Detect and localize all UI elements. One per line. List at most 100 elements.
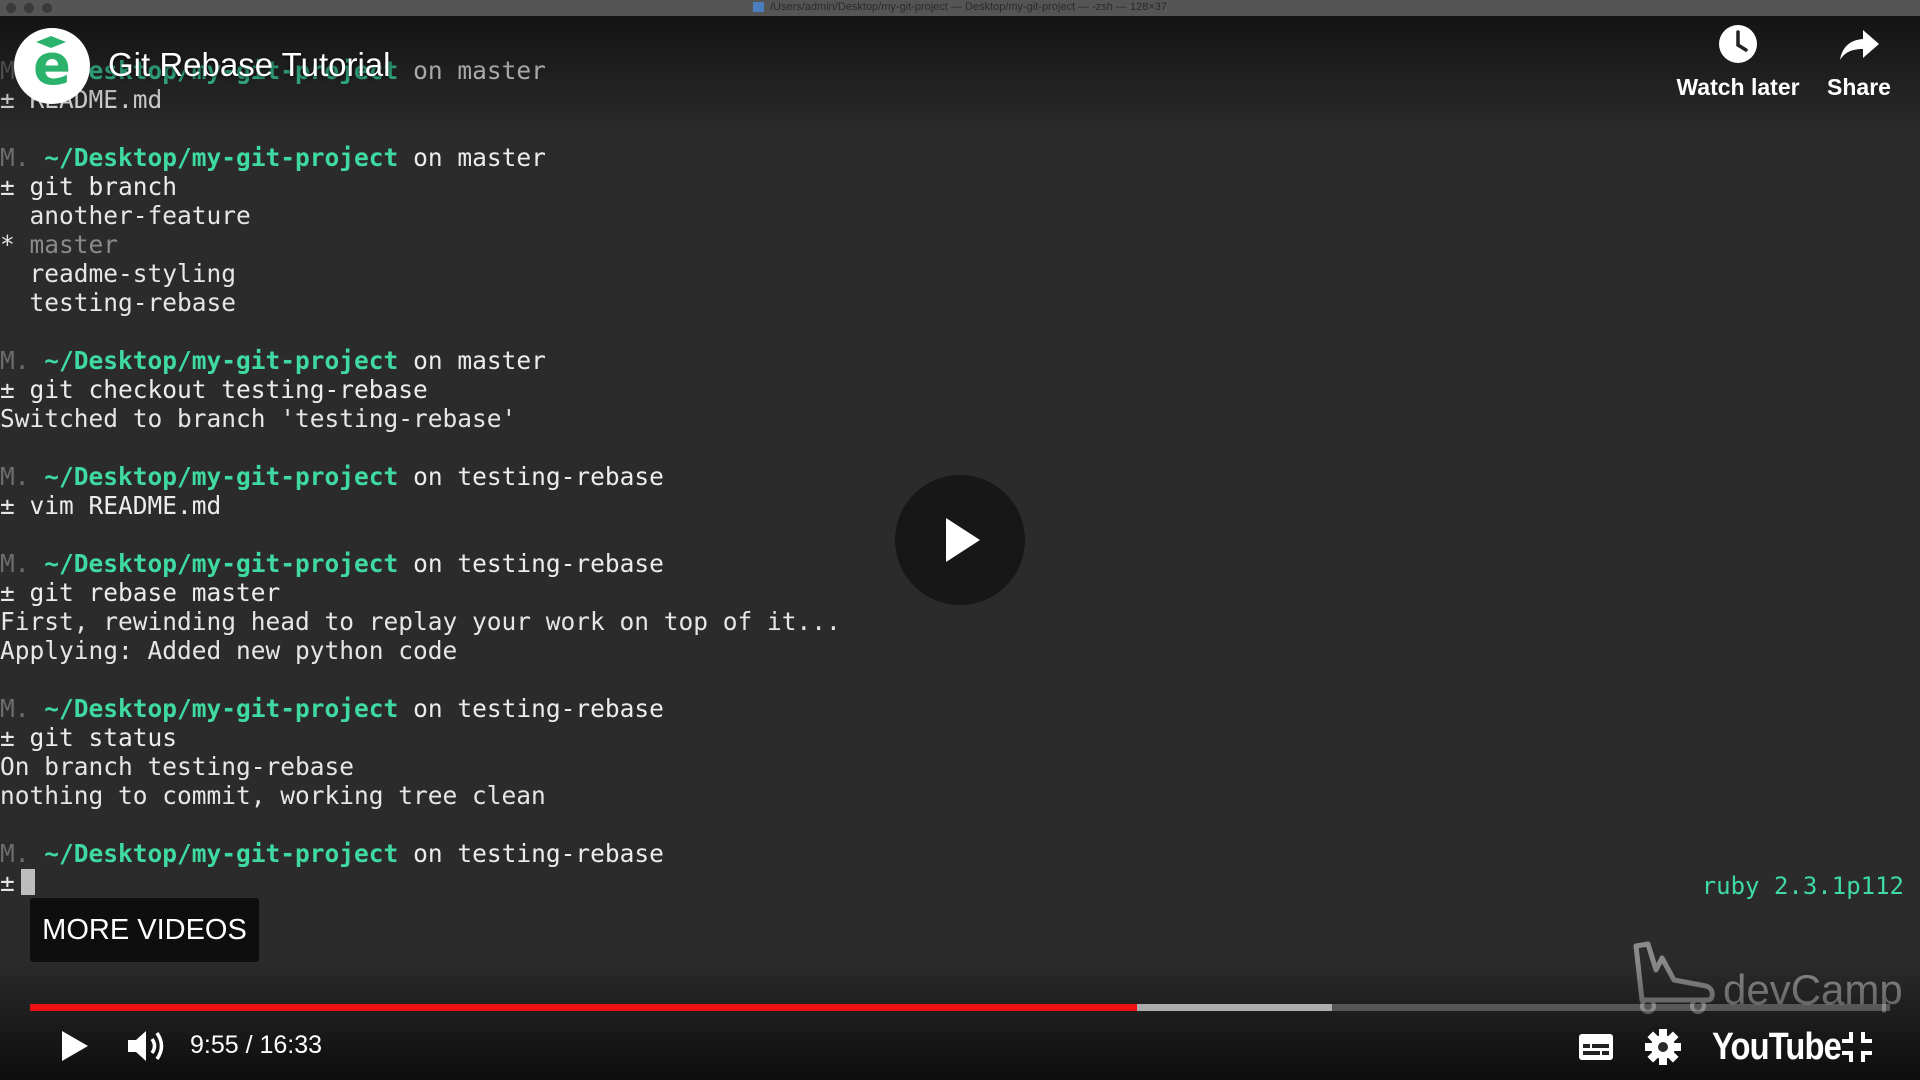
terminal-line: nothing to commit, working tree clean: [0, 781, 841, 810]
share-label: Share: [1827, 74, 1891, 100]
time-display: 9:55 / 16:33: [190, 1031, 323, 1059]
terminal-line: testing-rebase: [0, 288, 841, 317]
terminal-line: ± git rebase master: [0, 578, 841, 607]
prompt-status-mark: M.: [0, 346, 30, 375]
prompt-status-mark: M.: [0, 839, 30, 868]
command-text: git rebase master: [29, 578, 281, 607]
terminal-line: Switched to branch 'testing-rebase': [0, 404, 841, 433]
terminal-line: readme-styling: [0, 259, 841, 288]
video-title[interactable]: Git Rebase Tutorial: [108, 46, 390, 84]
prompt-path: ~/Desktop/my-git-project: [44, 143, 399, 172]
gear-icon: [1645, 1029, 1681, 1065]
prompt-status-mark: M.: [0, 462, 30, 491]
play-icon: [62, 1031, 88, 1061]
prompt-path: ~/Desktop/my-git-project: [44, 839, 399, 868]
prompt-symbol: ±: [0, 491, 30, 520]
terminal-line: ± git branch: [0, 172, 841, 201]
prompt-path: ~/Desktop/my-git-project: [44, 462, 399, 491]
output-text: Switched to branch 'testing-rebase': [0, 404, 517, 433]
watch-later-button[interactable]: Watch later: [1670, 22, 1806, 101]
current-branch-name: master: [29, 230, 119, 259]
output-text: readme-styling: [0, 259, 237, 288]
watch-later-label: Watch later: [1676, 74, 1800, 100]
prompt-symbol: ±: [0, 375, 30, 404]
terminal-line: * master: [0, 230, 841, 259]
terminal-line: M. ~/Desktop/my-git-project on testing-r…: [0, 694, 841, 723]
window-title-text: /Users/admin/Desktop/my-git-project — De…: [769, 1, 1168, 13]
command-text: git status: [29, 723, 178, 752]
output-text: On branch testing-rebase: [0, 752, 355, 781]
command-text: git branch: [29, 172, 178, 201]
prompt-branch: on testing-rebase: [413, 839, 664, 868]
settings-button[interactable]: [1644, 1028, 1682, 1066]
prompt-branch: on testing-rebase: [413, 462, 664, 491]
prompt-branch: on master: [413, 346, 546, 375]
terminal-line: First, rewinding head to replay your wor…: [0, 607, 841, 636]
prompt-symbol: ±: [0, 868, 15, 897]
output-text: another-feature: [0, 201, 251, 230]
output-text: nothing to commit, working tree clean: [0, 781, 546, 810]
prompt-symbol: ±: [0, 723, 30, 752]
more-videos-button[interactable]: MORE VIDEOS: [30, 898, 259, 962]
output-text: testing-rebase: [0, 288, 237, 317]
terminal-line: M. ~/Desktop/my-git-project on master: [0, 346, 841, 375]
terminal-titlebar: /Users/admin/Desktop/my-git-project — De…: [0, 0, 1920, 16]
terminal-output: M. ~/Desktop/my-git-project on master± R…: [0, 56, 841, 897]
terminal-line: M. ~/Desktop/my-git-project on testing-r…: [0, 839, 841, 868]
terminal-line: M. ~/Desktop/my-git-project on testing-r…: [0, 462, 841, 491]
channel-logo[interactable]: e: [14, 28, 90, 104]
terminal-line: On branch testing-rebase: [0, 752, 841, 781]
volume-button[interactable]: [126, 1026, 170, 1066]
output-text: First, rewinding head to replay your wor…: [0, 607, 841, 636]
exit-fullscreen-button[interactable]: [1840, 1030, 1874, 1064]
clock-icon: [1719, 25, 1757, 63]
text-cursor[interactable]: [20, 869, 35, 895]
play-icon: [946, 518, 980, 562]
prompt-status-mark: M.: [0, 143, 30, 172]
played-bar: [30, 1004, 1137, 1011]
terminal-line: M. ~/Desktop/my-git-project on testing-r…: [0, 549, 841, 578]
big-play-button[interactable]: [895, 475, 1025, 605]
prompt-branch: on testing-rebase: [413, 694, 664, 723]
command-text: vim README.md: [29, 491, 222, 520]
terminal-line: another-feature: [0, 201, 841, 230]
subtitles-button[interactable]: [1578, 1032, 1614, 1062]
prompt-branch: on master: [413, 143, 546, 172]
progress-bar[interactable]: [30, 1004, 1890, 1011]
prompt-status-mark: M.: [0, 549, 30, 578]
window-title: /Users/admin/Desktop/my-git-project — De…: [0, 1, 1920, 13]
prompt-path: ~/Desktop/my-git-project: [44, 549, 399, 578]
ruby-version-prompt: ruby 2.3.1p112: [1701, 872, 1904, 900]
current-branch-marker: *: [0, 230, 30, 259]
play-button[interactable]: [56, 1028, 92, 1064]
terminal-line: Applying: Added new python code: [0, 636, 841, 665]
share-button[interactable]: Share: [1822, 22, 1896, 101]
subtitles-icon: [1579, 1034, 1613, 1060]
terminal-line: ± git status: [0, 723, 841, 752]
youtube-logo-button[interactable]: YouTube: [1712, 1026, 1842, 1069]
bottom-gradient: [0, 960, 1920, 1080]
folder-icon: [752, 2, 764, 13]
terminal-line: M. ~/Desktop/my-git-project on master: [0, 143, 841, 172]
share-arrow-icon: [1840, 30, 1879, 60]
prompt-path: ~/Desktop/my-git-project: [44, 694, 399, 723]
prompt-branch: on testing-rebase: [413, 549, 664, 578]
output-text: Applying: Added new python code: [0, 636, 458, 665]
terminal-line: ± git checkout testing-rebase: [0, 375, 841, 404]
